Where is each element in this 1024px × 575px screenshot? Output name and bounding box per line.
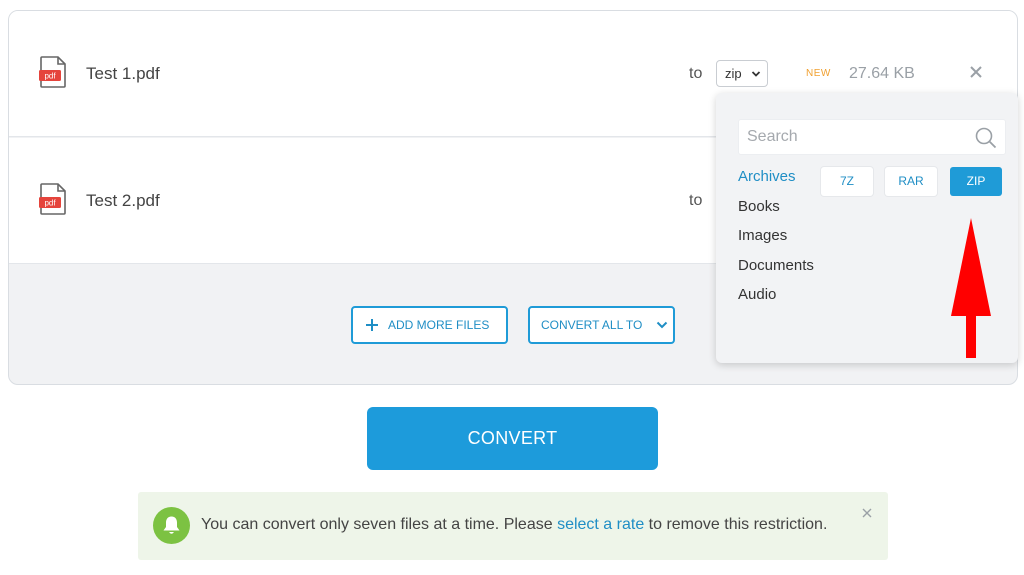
- pdf-file-icon: pdf: [39, 183, 66, 215]
- search-icon[interactable]: [975, 127, 997, 149]
- bell-icon-badge: [153, 507, 190, 544]
- remove-file-icon[interactable]: [969, 65, 983, 79]
- file-name: Test 1.pdf: [86, 64, 160, 83]
- chevron-down-icon: [751, 71, 761, 77]
- add-more-files-button[interactable]: ADD MORE FILES: [351, 306, 508, 344]
- convert-button[interactable]: CONVERT: [367, 407, 658, 470]
- convert-all-to-label: CONVERT ALL TO: [541, 318, 643, 332]
- pdf-file-icon: pdf: [39, 56, 66, 88]
- format-option-rar[interactable]: RAR: [885, 167, 937, 196]
- restriction-notice: You can convert only seven files at a ti…: [138, 492, 888, 560]
- bell-icon: [163, 516, 180, 534]
- notice-text-after: to remove this restriction.: [644, 516, 828, 533]
- restriction-message: You can convert only seven files at a ti…: [201, 516, 827, 534]
- format-search-input[interactable]: [739, 120, 959, 154]
- target-format-value: zip: [725, 66, 742, 81]
- pdf-icon-label: pdf: [44, 199, 56, 208]
- category-images[interactable]: Images: [738, 227, 814, 257]
- close-icon[interactable]: [862, 508, 872, 518]
- select-rate-link[interactable]: select a rate: [557, 516, 644, 533]
- file-size: 27.64 KB: [849, 65, 915, 82]
- format-option-zip[interactable]: ZIP: [950, 167, 1002, 196]
- chevron-down-icon: [657, 321, 668, 329]
- pdf-icon-label: pdf: [44, 72, 56, 81]
- notice-text-before: You can convert only seven files at a ti…: [201, 516, 558, 533]
- annotation-arrow-up-icon: [951, 218, 991, 358]
- new-badge: NEW: [806, 68, 831, 79]
- add-more-files-label: ADD MORE FILES: [388, 318, 490, 332]
- target-format-select[interactable]: zip: [716, 60, 768, 87]
- category-archives[interactable]: Archives: [738, 168, 814, 198]
- plus-icon: [366, 319, 378, 331]
- file-name: Test 2.pdf: [86, 191, 160, 210]
- to-label: to: [689, 192, 703, 209]
- to-label: to: [689, 65, 703, 82]
- format-option-7z[interactable]: 7Z: [821, 167, 873, 196]
- category-books[interactable]: Books: [738, 198, 814, 228]
- category-audio[interactable]: Audio: [738, 286, 814, 316]
- category-documents[interactable]: Documents: [738, 257, 814, 287]
- category-list: Archives Books Images Documents Audio: [738, 168, 814, 316]
- format-search: [738, 119, 1006, 155]
- convert-all-to-button[interactable]: CONVERT ALL TO: [528, 306, 675, 344]
